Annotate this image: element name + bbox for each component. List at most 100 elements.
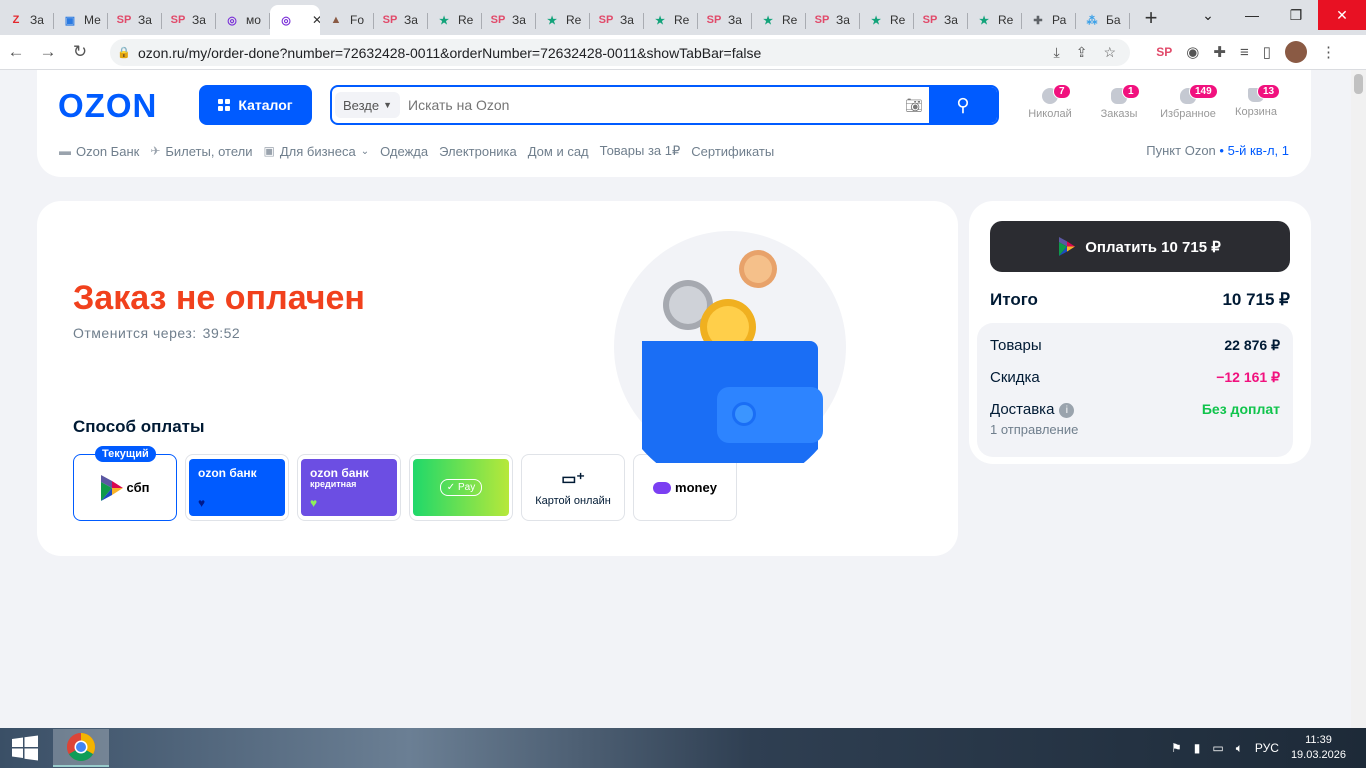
browser-tab[interactable]: Z За <box>0 5 54 35</box>
compass-extension-icon[interactable]: ◉ <box>1186 43 1199 61</box>
chrome-taskbar-button[interactable] <box>53 729 109 767</box>
payment-ozon-pay[interactable]: ✓ Pay <box>409 454 513 521</box>
nav-ozon-bank[interactable]: ▬ Ozon Банк <box>59 144 139 159</box>
url-text[interactable]: ozon.ru/my/order-done?number=72632428-00… <box>138 45 1054 61</box>
lock-icon[interactable]: 🔒 <box>110 46 138 59</box>
media-icon[interactable]: ≡ <box>1240 44 1249 61</box>
browser-tab[interactable]: ★ Re <box>752 5 806 35</box>
reload-icon[interactable]: ↻ <box>64 42 96 62</box>
nav-label: Ozon Банк <box>76 143 140 159</box>
browser-tab[interactable]: SP За <box>590 5 644 35</box>
browser-tab[interactable]: ⁂ Ба <box>1076 5 1130 35</box>
browser-tab[interactable]: SP За <box>108 5 162 35</box>
menu-kebab-icon[interactable]: ⋮ <box>1321 43 1336 61</box>
profile-label: Николай <box>1028 108 1072 120</box>
total-row: Итого 10 715 ₽ <box>990 290 1290 310</box>
caret-down-icon: ▼ <box>383 100 393 110</box>
payment-ozon-bank[interactable]: ozon банк ♥ <box>185 454 289 521</box>
puzzle-icon[interactable]: ✚ <box>1213 43 1226 61</box>
tab-label: Re <box>458 13 474 27</box>
briefcase-icon: ▣ <box>263 144 275 158</box>
chevron-down-icon[interactable]: ⌄ <box>1186 0 1230 30</box>
nav-clothes[interactable]: Одежда <box>380 144 428 159</box>
nav-one-ruble[interactable]: Товары за 1₽ <box>600 143 681 159</box>
browser-tab[interactable]: SP За <box>162 5 216 35</box>
browser-tab[interactable]: ▲ Fo <box>320 5 374 35</box>
search-button[interactable]: ⚲ <box>929 87 997 123</box>
new-tab-button[interactable]: + <box>1136 5 1166 31</box>
browser-tab[interactable]: ★ Re <box>644 5 698 35</box>
ozon-bank-label: ozon банк <box>198 466 257 480</box>
volume-icon[interactable]: 🔈︎ <box>1236 741 1243 756</box>
payment-card-online[interactable]: ▭⁺ Картой онлайн <box>521 454 625 521</box>
browser-tab[interactable]: ✚ Ра <box>1022 5 1076 35</box>
browser-tab[interactable]: SP За <box>698 5 752 35</box>
orders-link[interactable]: 1 Заказы <box>1084 84 1154 120</box>
profile-link[interactable]: 7 Николай <box>1015 84 1085 120</box>
pickup-point[interactable]: Пункт Ozon • 5-й кв-л, 1 <box>1146 143 1289 158</box>
tab-label: Ба <box>1106 13 1121 27</box>
install-icon[interactable]: ⤓ <box>1054 44 1060 61</box>
minimize-icon[interactable]: — <box>1230 0 1274 30</box>
orders-label: Заказы <box>1100 108 1138 120</box>
flag-icon[interactable]: ⚑ <box>1171 741 1182 755</box>
camera-icon[interactable]: 📷︎ <box>899 97 929 114</box>
browser-tab[interactable]: SP За <box>482 5 536 35</box>
payment-yoomoney[interactable]: money <box>633 454 737 521</box>
language-indicator[interactable]: РУС <box>1255 741 1279 755</box>
page-scrollbar[interactable] <box>1351 70 1366 728</box>
scrollbar-thumb[interactable] <box>1354 74 1363 94</box>
omnibox[interactable]: 🔒 ozon.ru/my/order-done?number=72632428-… <box>110 39 1130 66</box>
clock[interactable]: 11:39 19.03.2026 <box>1291 733 1346 763</box>
sp-extension-icon[interactable]: SP <box>1156 45 1172 59</box>
bookmark-star-icon[interactable]: ☆ <box>1103 44 1116 61</box>
plane-icon: ✈ <box>150 144 161 158</box>
catalog-button[interactable]: Каталог <box>199 85 312 125</box>
browser-tab[interactable]: SP За <box>806 5 860 35</box>
nav-business[interactable]: ▣ Для бизнеса ⌄ <box>263 144 369 159</box>
star-icon: ★ <box>655 14 665 27</box>
pay-button[interactable]: Оплатить 10 715 ₽ <box>990 221 1290 272</box>
info-icon[interactable]: i <box>1059 402 1075 418</box>
payment-sbp[interactable]: Текущий сбп <box>73 446 177 521</box>
close-window-icon[interactable]: ✕ <box>1318 0 1366 30</box>
browser-tab[interactable]: ◎ мо <box>216 5 270 35</box>
order-card: Заказ не оплачен Отменится через: 39:52 С… <box>37 201 958 556</box>
share-icon[interactable]: ⇪ <box>1076 44 1088 61</box>
back-icon[interactable]: ← <box>0 42 32 62</box>
browser-tab[interactable]: SP За <box>374 5 428 35</box>
nav-home-garden[interactable]: Дом и сад <box>528 144 589 159</box>
system-tray: ⚑ ▮ ▭ 🔈︎ РУС 11:39 19.03.2026 <box>1171 728 1346 768</box>
browser-tab[interactable]: ▣ Ме <box>54 5 108 35</box>
payment-ozon-credit[interactable]: ozon банк кредитная ♥ <box>297 454 401 521</box>
search-scope-select[interactable]: Везде ▼ <box>335 92 401 118</box>
browser-tab[interactable]: ★ Re <box>536 5 590 35</box>
restore-icon[interactable]: ❐ <box>1274 0 1318 30</box>
star-icon: ★ <box>547 14 557 27</box>
cart-link[interactable]: 13 Корзина <box>1221 84 1291 118</box>
nav-electronics[interactable]: Электроника <box>439 144 517 159</box>
browser-tab[interactable]: SP За <box>914 5 968 35</box>
browser-tab[interactable]: ◎ ✕ <box>270 5 320 35</box>
network-icon[interactable]: ▭ <box>1212 741 1223 755</box>
tab-label: Fo <box>350 13 365 27</box>
browser-tab[interactable]: ★ Re <box>968 5 1022 35</box>
yoomoney-icon <box>653 481 672 494</box>
ozon-logo[interactable]: OZON <box>58 87 157 125</box>
windows-start-button[interactable] <box>0 728 50 768</box>
favorites-link[interactable]: 149 Избранное <box>1153 84 1223 120</box>
nav-certificates[interactable]: Сертификаты <box>691 144 774 159</box>
close-tab-icon[interactable]: ✕ <box>312 13 320 27</box>
profile-avatar[interactable] <box>1285 41 1307 63</box>
sp-icon: SP <box>382 14 398 26</box>
forward-icon[interactable]: → <box>32 42 64 62</box>
sidebar-icon[interactable]: ▯ <box>1263 43 1271 61</box>
browser-tab[interactable]: ★ Re <box>860 5 914 35</box>
battery-icon[interactable]: ▮ <box>1194 741 1201 755</box>
delivery-row: Доставка i Без доплат <box>990 401 1280 418</box>
nav-label: Для бизнеса <box>279 143 356 159</box>
card-online-content: ▭⁺ Картой онлайн <box>535 469 611 507</box>
search-input[interactable] <box>400 97 899 113</box>
browser-tab[interactable]: ★ Re <box>428 5 482 35</box>
nav-tickets[interactable]: ✈ Билеты, отели <box>150 144 252 159</box>
